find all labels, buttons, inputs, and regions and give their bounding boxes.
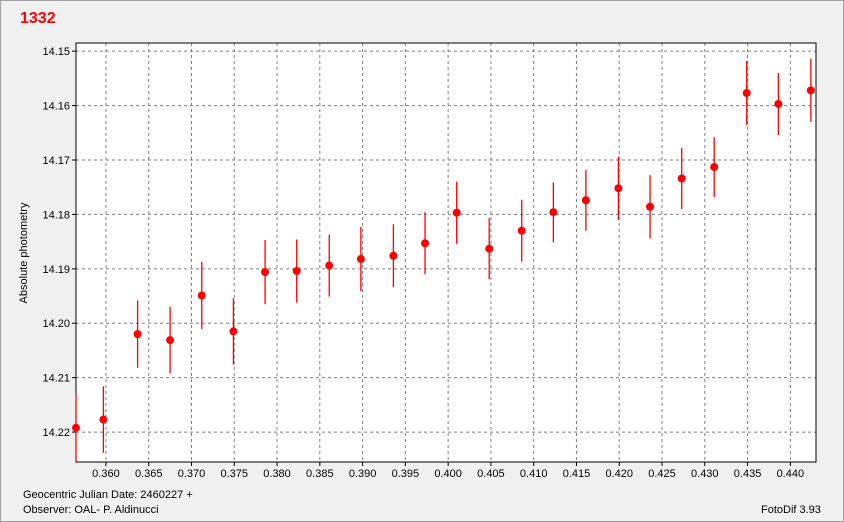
- x-tick-label: 0.405: [477, 468, 505, 480]
- y-axis-label: Absolute photometry: [18, 202, 30, 304]
- x-tick-label: 0.365: [135, 468, 163, 480]
- data-point: [742, 89, 751, 98]
- data-point: [292, 267, 301, 276]
- data-point: [517, 226, 526, 235]
- data-point: [229, 327, 238, 336]
- x-tick-label: 0.430: [691, 468, 719, 480]
- software-label: FotoDif 3.93: [761, 504, 821, 516]
- chart-window: 0.360 0.365 0.370 0.375 0.380 0.385 0.390 0.395…: [0, 0, 844, 522]
- data-point: [677, 174, 686, 183]
- data-point: [581, 196, 590, 205]
- x-tick-label: 0.360: [92, 468, 120, 480]
- data-point: [166, 336, 175, 345]
- data-point: [99, 415, 108, 424]
- x-tick-label: 0.370: [178, 468, 206, 480]
- data-point: [646, 202, 655, 211]
- y-tick-label: 14.18: [42, 209, 70, 221]
- data-point: [325, 261, 334, 270]
- chart-plot: 0.360 0.365 0.370 0.375 0.380 0.385 0.390 0.395…: [42, 42, 817, 480]
- data-point: [806, 86, 815, 95]
- data-point: [261, 268, 270, 277]
- data-point: [549, 208, 558, 217]
- y-tick-label: 14.17: [42, 155, 70, 167]
- data-point: [389, 251, 398, 260]
- x-tick-label: 0.410: [520, 468, 548, 480]
- data-point: [197, 291, 206, 300]
- x-tick-label: 0.425: [648, 468, 676, 480]
- data-point: [421, 239, 430, 248]
- x-tick-label: 0.375: [221, 468, 249, 480]
- data-point: [485, 244, 494, 253]
- x-tick-label: 0.440: [777, 468, 805, 480]
- data-point: [452, 208, 461, 217]
- x-tick-label: 0.400: [434, 468, 462, 480]
- data-point: [710, 163, 719, 172]
- data-point: [614, 184, 623, 193]
- julian-date-label: Geocentric Julian Date: 2460227 +: [23, 489, 193, 501]
- data-point: [774, 99, 783, 108]
- y-tick-label: 14.15: [42, 46, 70, 58]
- chart-title: 1332: [20, 10, 56, 27]
- y-tick-label: 14.22: [42, 427, 70, 439]
- data-point: [72, 423, 80, 432]
- x-tick-label: 0.390: [349, 468, 377, 480]
- y-tick-label: 14.16: [42, 101, 70, 113]
- y-tick-label: 14.21: [42, 373, 70, 385]
- y-tick-label: 14.20: [42, 318, 70, 330]
- x-tick-label: 0.415: [563, 468, 591, 480]
- x-tick-label: 0.395: [392, 468, 420, 480]
- data-point: [356, 255, 365, 264]
- y-tick-label: 14.19: [42, 264, 70, 276]
- x-tick-label: 0.385: [306, 468, 334, 480]
- x-tick-label: 0.380: [263, 468, 291, 480]
- data-point: [133, 330, 142, 339]
- x-tick-label: 0.435: [734, 468, 762, 480]
- observer-label: Observer: OAL- P. Aldinucci: [23, 504, 159, 516]
- x-tick-label: 0.420: [605, 468, 633, 480]
